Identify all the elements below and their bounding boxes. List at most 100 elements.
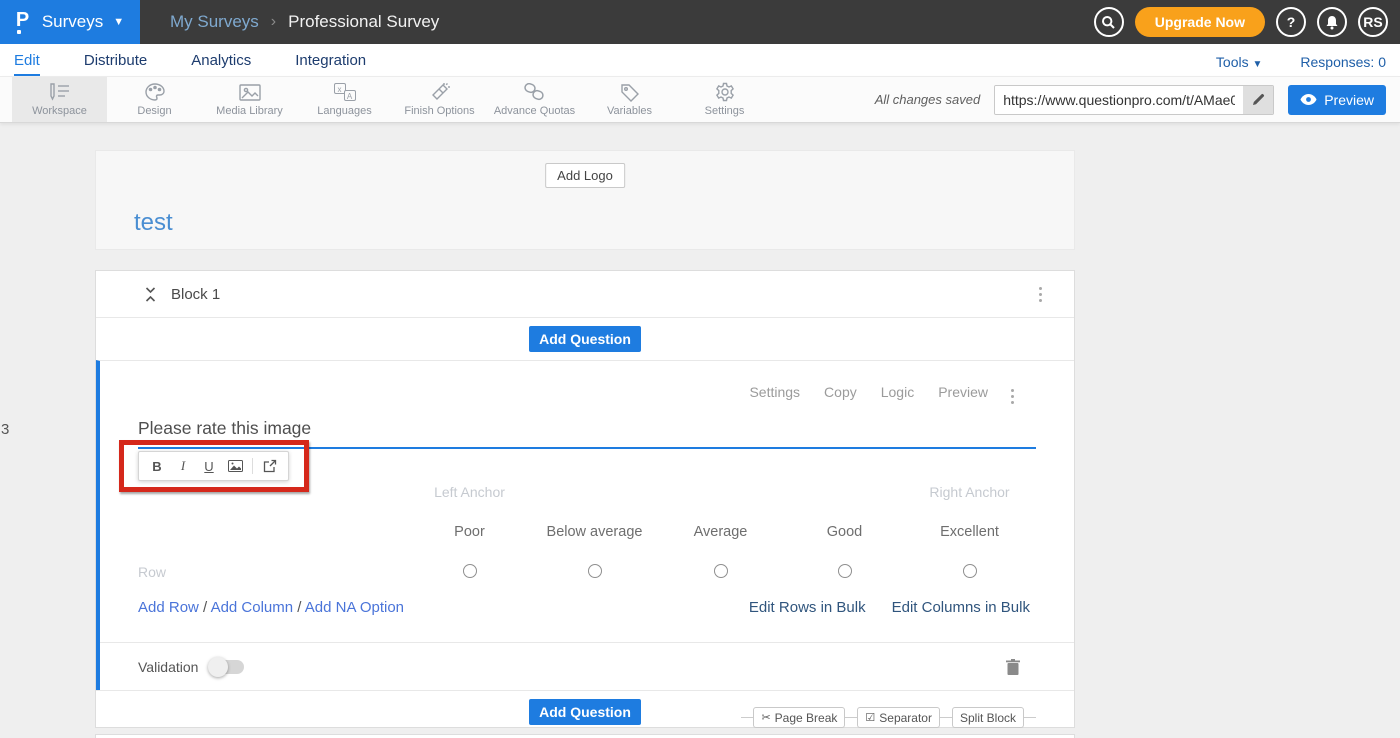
nav-right: Tools ▼ Responses: 0	[1216, 54, 1386, 76]
question-copy-link[interactable]: Copy	[824, 384, 857, 400]
survey-title[interactable]: test	[134, 209, 173, 237]
block-card: Block 1 Add Question Settings Copy Logic…	[95, 270, 1075, 728]
text-format-toolbar: B I U	[138, 451, 289, 481]
add-question-button-top[interactable]: Add Question	[529, 326, 641, 352]
footer-tools: ✂Page Break ☑Separator Split Block	[741, 707, 1036, 728]
scale-column-label[interactable]: Average	[658, 524, 783, 540]
scale-column-label[interactable]: Excellent	[907, 524, 1032, 540]
delete-question-button[interactable]	[1006, 659, 1020, 676]
radio-button[interactable]	[963, 564, 977, 578]
edit-rows-bulk-link[interactable]: Edit Rows in Bulk	[749, 599, 866, 616]
tools-menu[interactable]: Tools ▼	[1216, 54, 1262, 70]
trash-icon	[1006, 659, 1020, 676]
tab-integration[interactable]: Integration	[295, 52, 366, 76]
question-preview-link[interactable]: Preview	[938, 384, 988, 400]
add-question-button-bottom[interactable]: Add Question	[529, 699, 641, 725]
nav-tabs: Edit Distribute Analytics Integration	[14, 52, 366, 76]
breadcrumb-current-survey: Professional Survey	[288, 12, 439, 32]
scale-column-label[interactable]: Poor	[407, 524, 532, 540]
workspace-icon	[49, 82, 71, 102]
preview-button[interactable]: Preview	[1288, 85, 1386, 115]
connector-line	[940, 717, 952, 718]
toolbar-item-advance-quotas[interactable]: Advance Quotas	[487, 77, 582, 122]
separator-button[interactable]: ☑Separator	[857, 707, 940, 728]
user-avatar[interactable]: RS	[1358, 7, 1388, 37]
connector-line	[1024, 717, 1036, 718]
app-logo-menu[interactable]: P Surveys ▼	[0, 0, 140, 44]
responses-count[interactable]: Responses: 0	[1300, 54, 1386, 70]
add-row-link[interactable]: Add Row	[138, 599, 199, 616]
tab-analytics[interactable]: Analytics	[191, 52, 251, 76]
toolbar-item-design[interactable]: Design	[107, 77, 202, 122]
tab-distribute[interactable]: Distribute	[84, 52, 147, 76]
survey-url-group	[994, 85, 1274, 115]
survey-url-input[interactable]	[995, 86, 1243, 114]
save-status: All changes saved	[875, 92, 981, 107]
underline-button[interactable]: U	[197, 454, 221, 478]
questionpro-logo-icon: P	[16, 10, 32, 34]
upgrade-now-button[interactable]: Upgrade Now	[1135, 7, 1265, 37]
radio-button[interactable]	[714, 564, 728, 578]
scale-column-label[interactable]: Below average	[532, 524, 657, 540]
left-anchor-field[interactable]: Left Anchor	[407, 484, 532, 500]
question-settings-link[interactable]: Settings	[749, 384, 800, 400]
row-column-links: Add Row / Add Column / Add NA Option	[138, 599, 404, 616]
block-title[interactable]: Block 1	[171, 286, 220, 303]
radio-cell	[782, 564, 907, 583]
toolbar-item-media-library[interactable]: Media Library	[202, 77, 297, 122]
breadcrumb-my-surveys[interactable]: My Surveys	[170, 12, 259, 32]
checkbox-icon: ☑	[865, 711, 875, 724]
validation-row: Validation	[100, 642, 1074, 691]
toolbar-item-languages[interactable]: xA Languages	[297, 77, 392, 122]
bold-button[interactable]: B	[145, 454, 169, 478]
notifications-button[interactable]	[1317, 7, 1347, 37]
survey-nav-bar: Edit Distribute Analytics Integration To…	[0, 44, 1400, 76]
collapse-block-icon[interactable]	[144, 286, 157, 303]
edit-url-button[interactable]	[1243, 86, 1273, 114]
edit-columns-bulk-link[interactable]: Edit Columns in Bulk	[892, 599, 1030, 616]
validation-label: Validation	[138, 659, 198, 675]
add-question-row-top: Add Question	[96, 317, 1074, 360]
toolbar-item-finish-options[interactable]: Finish Options	[392, 77, 487, 122]
pencil-icon	[1252, 93, 1265, 106]
split-block-button[interactable]: Split Block	[952, 707, 1024, 728]
translate-icon: xA	[334, 82, 356, 102]
italic-button[interactable]: I	[171, 454, 195, 478]
tag-icon	[620, 82, 640, 102]
chevron-down-icon: ▼	[1252, 59, 1262, 70]
question-text[interactable]: Please rate this image	[138, 418, 311, 439]
radio-button[interactable]	[838, 564, 852, 578]
add-column-link[interactable]: Add Column	[211, 599, 294, 616]
radio-button[interactable]	[588, 564, 602, 578]
right-anchor-field[interactable]: Right Anchor	[907, 484, 1032, 500]
tab-edit[interactable]: Edit	[14, 52, 40, 76]
page-break-button[interactable]: ✂Page Break	[753, 707, 845, 728]
question-logic-link[interactable]: Logic	[881, 384, 914, 400]
open-editor-button[interactable]	[258, 454, 282, 478]
toolbar-item-workspace[interactable]: Workspace	[12, 77, 107, 122]
question-number: 3	[1, 421, 9, 438]
scale-column-label[interactable]: Good	[782, 524, 907, 540]
bell-icon	[1325, 15, 1339, 30]
toolbar-item-settings[interactable]: Settings	[677, 77, 772, 122]
connector-line	[741, 717, 753, 718]
search-button[interactable]	[1094, 7, 1124, 37]
radio-cell	[532, 564, 657, 583]
image-icon	[228, 460, 243, 472]
connector-line	[845, 717, 857, 718]
radio-button[interactable]	[463, 564, 477, 578]
row-label-field[interactable]: Row	[138, 564, 166, 580]
scissors-icon: ✂	[761, 711, 770, 724]
avatar-initials: RS	[1363, 14, 1382, 30]
insert-image-button[interactable]	[223, 454, 247, 478]
image-icon	[239, 82, 261, 102]
question-menu-button[interactable]	[1007, 385, 1018, 408]
block-menu-button[interactable]	[1035, 283, 1046, 306]
validation-toggle[interactable]	[210, 660, 244, 674]
add-logo-button[interactable]: Add Logo	[545, 163, 625, 188]
toolbar-divider	[252, 458, 253, 474]
palette-icon	[145, 82, 165, 102]
toolbar-item-variables[interactable]: Variables	[582, 77, 677, 122]
add-na-option-link[interactable]: Add NA Option	[305, 599, 404, 616]
help-button[interactable]: ?	[1276, 7, 1306, 37]
